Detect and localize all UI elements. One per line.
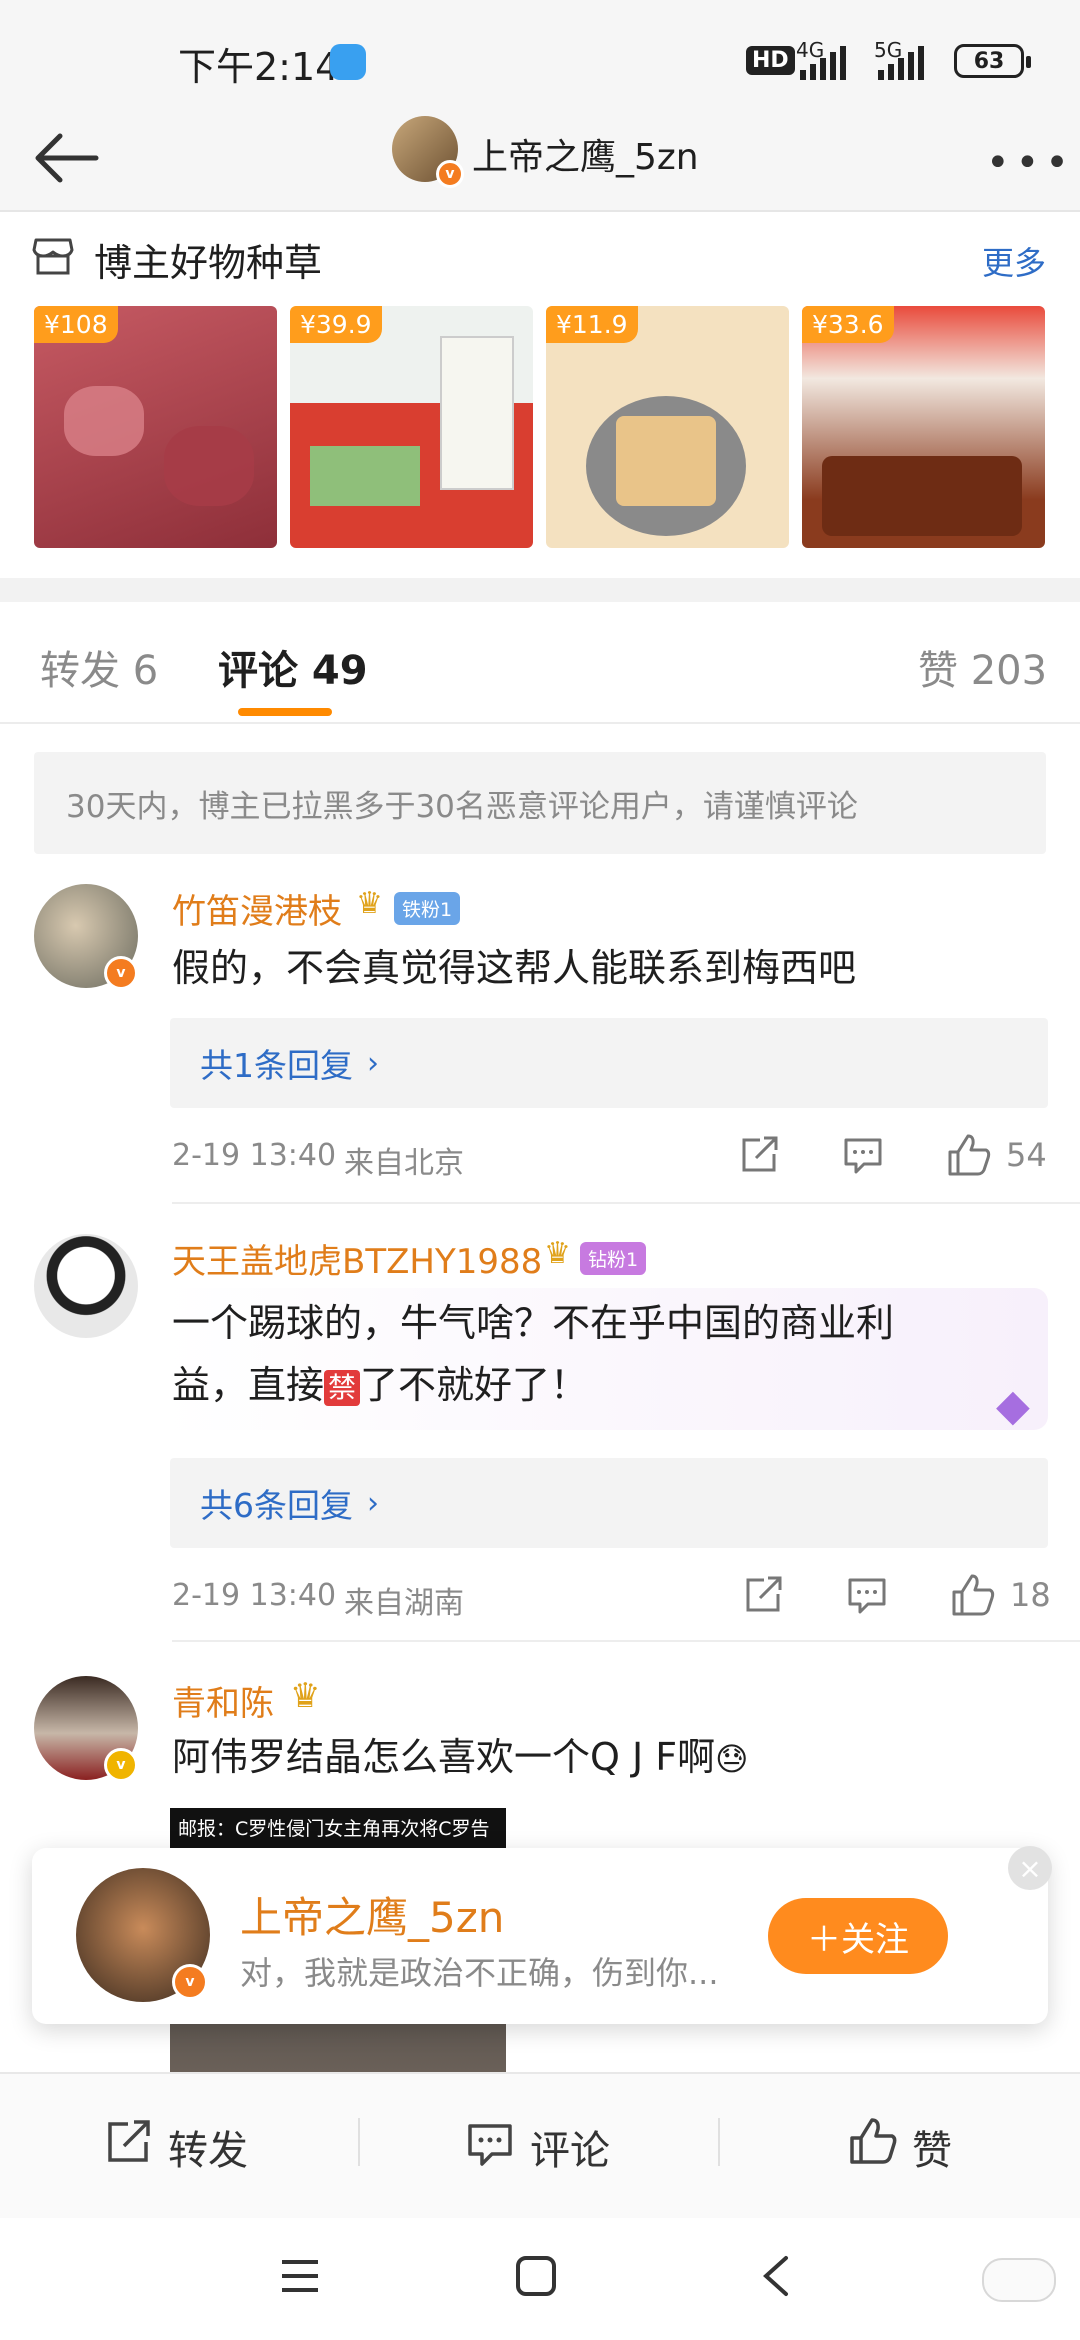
replies-link[interactable]: 共1条回复 › xyxy=(170,1018,1048,1108)
verified-icon: v xyxy=(104,1748,138,1782)
comment-notice: 30天内，博主已拉黑多于30名恶意评论用户，请谨慎评论 xyxy=(34,752,1046,854)
product-price: ¥108 xyxy=(34,306,118,343)
product-card[interactable]: ¥108 xyxy=(34,306,277,548)
share-icon[interactable] xyxy=(742,1574,784,1616)
close-icon[interactable]: × xyxy=(1008,1846,1052,1890)
avatar[interactable] xyxy=(34,1234,138,1338)
image-caption: 邮报：C罗性侵门女主角再次将C罗告 xyxy=(178,1818,490,1840)
product-card[interactable]: ¥33.6 xyxy=(802,306,1045,548)
crown-icon: ♛ xyxy=(356,886,383,921)
tab-comments[interactable]: 评论 49 xyxy=(218,638,368,696)
comment-icon[interactable] xyxy=(842,1134,884,1176)
comment-text-part: 益，直接 xyxy=(172,1363,325,1407)
divider xyxy=(172,1202,1080,1204)
product-price: ¥33.6 xyxy=(802,306,894,343)
comment-action-icon[interactable] xyxy=(466,2120,514,2168)
hd-icon: HD xyxy=(746,46,795,75)
product-price: ¥39.9 xyxy=(290,306,382,343)
like-action-icon[interactable] xyxy=(848,2116,898,2166)
comment-text: 阿伟罗结晶怎么喜欢一个Q J F啊😓 xyxy=(172,1726,749,1790)
replies-link[interactable]: 共6条回复 › xyxy=(170,1458,1048,1548)
comment-username[interactable]: 竹笛漫港枝 xyxy=(172,884,342,933)
crown-icon: ♛ xyxy=(290,1676,321,1716)
more-options-icon[interactable]: ••• xyxy=(986,140,1075,186)
replies-label: 共6条回复 xyxy=(200,1486,353,1525)
comment-text: 假的，不会真觉得这帮人能联系到梅西吧 xyxy=(172,946,857,990)
product-image-part xyxy=(616,416,716,506)
diamond-icon: ◆ xyxy=(996,1380,1030,1431)
fan-badge: 铁粉1 xyxy=(394,892,461,925)
active-tab-indicator xyxy=(238,708,332,716)
follow-button[interactable]: ＋关注 xyxy=(768,1898,948,1974)
comment-text-line1: 一个踢球的，牛气啥？不在乎中国的商业利 xyxy=(172,1301,895,1345)
tab-likes[interactable]: 赞 203 xyxy=(918,638,1047,696)
product-price: ¥11.9 xyxy=(546,306,638,343)
watermark-logo xyxy=(982,2258,1056,2302)
verified-icon: v xyxy=(104,956,138,990)
comment-time: 2-19 13:40 xyxy=(172,1138,337,1173)
popup-username[interactable]: 上帝之鹰_5zn xyxy=(240,1884,504,1945)
battery-icon: 63 xyxy=(954,44,1031,78)
product-image xyxy=(822,456,1022,536)
section-separator xyxy=(0,578,1080,602)
repost-button[interactable]: 转发 xyxy=(168,2118,248,2176)
header-username[interactable]: 上帝之鹰_5zn xyxy=(472,128,699,180)
goods-more-link[interactable]: 更多 xyxy=(982,238,1046,284)
goods-section-title: 博主好物种草 xyxy=(94,241,323,285)
comment-username[interactable]: 青和陈 xyxy=(172,1676,274,1725)
like-icon[interactable] xyxy=(946,1132,992,1178)
comment-username[interactable]: 天王盖地虎BTZHY1988 xyxy=(172,1234,542,1283)
comment-icon[interactable] xyxy=(846,1574,888,1616)
comment-button[interactable]: 评论 xyxy=(530,2118,610,2176)
like-icon[interactable] xyxy=(950,1572,996,1618)
product-card[interactable]: ¥11.9 xyxy=(546,306,789,548)
popup-description: 对，我就是政治不正确，伤到你... xyxy=(240,1954,719,1992)
comment-time: 2-19 13:40 xyxy=(172,1578,337,1613)
back-arrow-icon[interactable] xyxy=(26,118,106,198)
comment-text-part: 阿伟罗结晶怎么喜欢一个Q J F啊 xyxy=(172,1735,716,1779)
comment-location: 来自湖南 xyxy=(344,1586,464,1621)
divider xyxy=(172,1640,1080,1642)
tab-repost[interactable]: 转发 6 xyxy=(40,638,158,696)
share-icon[interactable] xyxy=(738,1134,780,1176)
product-image xyxy=(440,336,514,490)
status-time: 下午2:14 xyxy=(178,45,340,89)
product-card[interactable]: ¥39.9 xyxy=(290,306,533,548)
repost-icon[interactable] xyxy=(104,2118,152,2166)
divider xyxy=(718,2118,720,2166)
comment-text-line2: 益，直接禁了不就好了！ xyxy=(172,1354,588,1416)
comment-text-part: 了不就好了！ xyxy=(360,1363,589,1407)
chevron-right-icon: › xyxy=(367,1045,379,1081)
verified-icon: v xyxy=(172,1964,208,2000)
shop-icon xyxy=(32,238,74,275)
product-image-part xyxy=(164,426,254,506)
comment-location: 来自北京 xyxy=(344,1146,464,1181)
replies-label: 共1条回复 xyxy=(200,1046,353,1085)
signal-icon-2 xyxy=(878,46,924,80)
verified-icon: v xyxy=(436,160,464,188)
divider xyxy=(358,2118,360,2166)
crown-icon: ♛ xyxy=(544,1236,571,1271)
product-image xyxy=(64,386,144,456)
ban-emoji-icon: 禁 xyxy=(324,1369,361,1406)
menu-icon[interactable] xyxy=(280,2256,320,2296)
sweat-emoji-icon: 😓 xyxy=(715,1740,749,1778)
product-image-part xyxy=(310,446,420,506)
like-count: 18 xyxy=(1010,1576,1051,1614)
signal-icon xyxy=(800,46,846,80)
home-icon[interactable] xyxy=(514,2254,558,2298)
notification-app-icon xyxy=(330,44,366,80)
fan-badge: 钻粉1 xyxy=(580,1242,647,1275)
like-button[interactable]: 赞 xyxy=(912,2118,952,2176)
like-count: 54 xyxy=(1006,1136,1047,1174)
back-nav-icon[interactable] xyxy=(758,2254,794,2298)
divider xyxy=(0,722,1080,724)
chevron-right-icon: › xyxy=(367,1485,379,1521)
